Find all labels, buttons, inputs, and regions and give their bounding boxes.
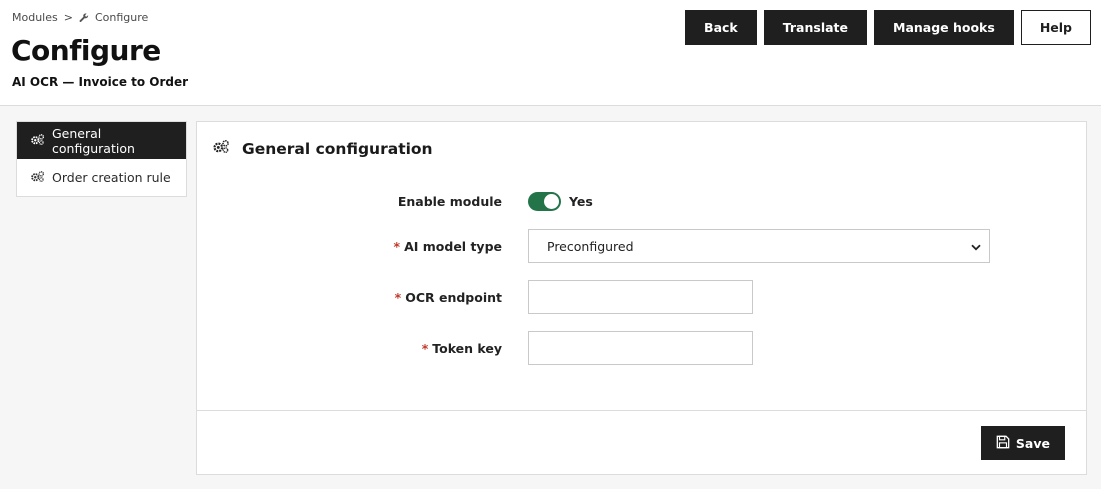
ai-model-type-label-text: AI model type (404, 238, 502, 254)
manage-hooks-button[interactable]: Manage hooks (874, 10, 1014, 45)
required-marker: * (393, 238, 401, 254)
required-marker: * (394, 289, 402, 305)
ocr-endpoint-label: * OCR endpoint (197, 290, 502, 305)
ai-model-type-selected: Preconfigured (547, 238, 634, 254)
chevron-down-icon (971, 239, 981, 254)
enable-module-label: Enable module (197, 194, 502, 209)
panel-heading: General configuration (212, 139, 433, 158)
back-button[interactable]: Back (685, 10, 757, 45)
breadcrumb-current: Configure (94, 11, 149, 24)
breadcrumb: Modules > Configure (12, 11, 148, 24)
sidebar-item-order-creation-rule[interactable]: Order creation rule (17, 159, 186, 196)
breadcrumb-modules-link[interactable]: Modules (12, 11, 58, 24)
save-icon (996, 435, 1010, 452)
token-key-row: * Token key (197, 331, 1088, 365)
token-key-control (528, 331, 753, 365)
configuration-panel: General configuration Enable module Yes … (196, 121, 1087, 475)
ocr-endpoint-control (528, 280, 753, 314)
token-key-label-text: Token key (432, 340, 502, 356)
page-title: Configure (11, 34, 161, 67)
panel-title: General configuration (242, 139, 433, 158)
save-label: Save (1015, 435, 1050, 451)
panel-footer: Save (197, 410, 1086, 475)
ai-model-type-select[interactable]: Preconfigured (528, 229, 990, 263)
ocr-endpoint-label-text: OCR endpoint (405, 289, 502, 305)
token-key-label: * Token key (197, 341, 502, 356)
ai-model-type-control: Preconfigured (528, 229, 990, 263)
save-button[interactable]: Save (980, 426, 1065, 460)
wrench-icon (79, 12, 89, 23)
token-key-input[interactable] (528, 331, 753, 365)
required-marker: * (421, 340, 429, 356)
enable-module-toggle[interactable] (528, 192, 561, 211)
ocr-endpoint-row: * OCR endpoint (197, 280, 1088, 314)
ai-model-type-row: * AI model type Preconfigured (197, 229, 1088, 263)
cogs-icon (212, 139, 230, 158)
toolbar: Back Translate Manage hooks Help (685, 10, 1091, 45)
cogs-icon (30, 133, 45, 149)
ocr-endpoint-input[interactable] (528, 280, 753, 314)
translate-button[interactable]: Translate (763, 10, 867, 45)
sidebar-nav: General configuration Order creation rul… (16, 121, 187, 197)
enable-module-row: Enable module Yes (197, 192, 1088, 211)
module-subtitle: AI OCR — Invoice to Order (12, 75, 189, 89)
toggle-knob (544, 194, 559, 209)
enable-module-label-text: Enable module (397, 194, 502, 209)
sidebar-item-general-configuration[interactable]: General configuration (17, 122, 186, 159)
breadcrumb-separator: > (63, 11, 73, 24)
cogs-icon (30, 170, 45, 186)
enable-module-control: Yes (528, 192, 593, 211)
sidebar-item-label: Order creation rule (52, 170, 171, 185)
enable-module-value: Yes (569, 194, 593, 209)
ai-model-type-label: * AI model type (197, 239, 502, 254)
sidebar-item-label: General configuration (52, 125, 135, 156)
page-header: Modules > Configure Configure AI OCR — I… (0, 0, 1101, 106)
help-button[interactable]: Help (1020, 10, 1091, 45)
